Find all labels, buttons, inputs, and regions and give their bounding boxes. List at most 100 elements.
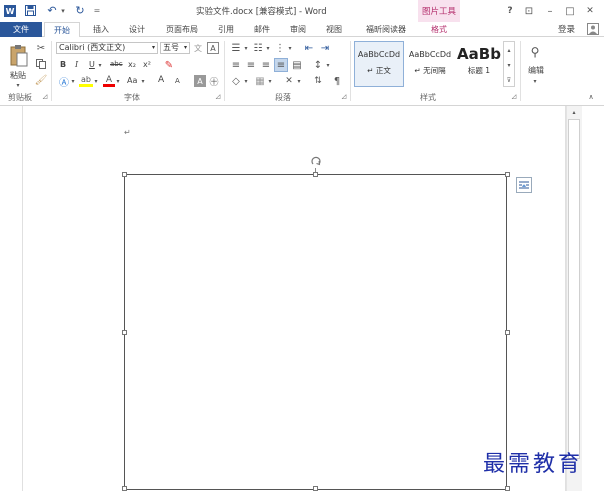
show-marks-icon[interactable]: ¶ [331, 75, 343, 87]
chevron-down-icon[interactable]: ▾ [243, 77, 249, 85]
copy-icon[interactable] [35, 58, 47, 70]
character-shading-icon[interactable]: A [194, 75, 206, 87]
sign-in-link[interactable]: 登录 [558, 23, 575, 35]
resize-handle-bottom[interactable] [313, 486, 318, 491]
line-spacing-icon[interactable]: ↕ [311, 59, 325, 71]
tab-mailings[interactable]: 邮件 [248, 22, 276, 37]
resize-handle-top-left[interactable] [122, 172, 127, 177]
text-effects-icon[interactable]: Ⓐ [58, 75, 70, 89]
styles-launcher-icon[interactable]: ◿ [510, 92, 518, 101]
paragraph-launcher-icon[interactable]: ◿ [340, 92, 348, 101]
underline-dropdown-icon[interactable]: ▾ [97, 61, 103, 69]
word-logo-icon[interactable]: W [4, 5, 16, 17]
grow-font-button[interactable]: A [158, 75, 164, 85]
increase-indent-icon[interactable]: ⇥ [318, 42, 332, 54]
scroll-up-icon[interactable]: ▴ [569, 108, 579, 117]
align-right-icon[interactable]: ≡ [259, 59, 273, 71]
chevron-down-icon[interactable]: ▾ [70, 77, 76, 85]
tab-review[interactable]: 审阅 [284, 22, 312, 37]
align-center-icon[interactable]: ≡ [244, 59, 258, 71]
phonetic-guide-icon[interactable]: 文 [192, 42, 204, 54]
chevron-down-icon[interactable]: ▾ [267, 77, 273, 85]
tab-view[interactable]: 视图 [320, 22, 348, 37]
style-normal[interactable]: AaBbCcDd ↵ 正文 [354, 41, 404, 87]
help-icon[interactable]: ? [504, 4, 516, 18]
more-styles-icon[interactable]: ⊽ [504, 73, 514, 87]
chevron-down-icon[interactable]: ▾ [325, 61, 331, 69]
drawing-canvas[interactable] [124, 174, 507, 490]
tab-layout[interactable]: 页面布局 [160, 22, 204, 37]
character-border-icon[interactable]: A [207, 42, 219, 54]
customize-qat-icon[interactable]: = [93, 4, 101, 17]
font-color-icon[interactable]: A [103, 75, 115, 87]
borders-icon[interactable]: ▦ [253, 75, 267, 87]
tab-file[interactable]: 文件 [0, 22, 42, 37]
chevron-down-icon[interactable]: ▾ [504, 58, 514, 72]
undo-icon[interactable]: ↶ [46, 4, 58, 17]
restore-button[interactable]: □ [564, 4, 576, 18]
chevron-down-icon[interactable]: ▾ [265, 44, 271, 52]
distributed-icon[interactable]: ▤ [290, 59, 304, 71]
resize-handle-left[interactable] [122, 330, 127, 335]
chevron-down-icon[interactable]: ▾ [243, 44, 249, 52]
format-painter-icon[interactable]: 🖌 [35, 74, 48, 86]
paste-dropdown-icon[interactable]: ▾ [13, 81, 23, 89]
resize-handle-bottom-left[interactable] [122, 486, 127, 491]
multilevel-list-icon[interactable]: ⋮ [273, 42, 287, 54]
tab-design[interactable]: 设计 [122, 22, 152, 37]
clear-formatting-icon[interactable]: ✎ [163, 59, 175, 71]
paste-label[interactable]: 粘贴 [10, 70, 26, 81]
layout-options-icon[interactable] [516, 177, 532, 193]
clipboard-launcher-icon[interactable]: ◿ [41, 92, 49, 101]
sort-icon[interactable]: ⇅ [311, 75, 325, 87]
tab-foxit[interactable]: 福昕阅读器 [358, 22, 414, 37]
chevron-up-icon[interactable]: ▴ [504, 43, 514, 57]
bullets-icon[interactable]: ☰ [229, 42, 243, 54]
font-name-box[interactable]: Calibri (西文正文) ▾ [56, 42, 158, 54]
chevron-down-icon[interactable]: ▾ [140, 77, 146, 85]
collapse-ribbon-icon[interactable]: ∧ [586, 92, 596, 101]
chevron-down-icon[interactable]: ▾ [531, 77, 539, 85]
resize-handle-right[interactable] [505, 330, 510, 335]
style-heading-1[interactable]: AaBb 标题 1 [456, 41, 502, 87]
align-left-icon[interactable]: ≡ [229, 59, 243, 71]
editing-label[interactable]: 编辑 [528, 65, 544, 76]
cut-icon[interactable]: ✂ [35, 42, 47, 54]
justify-icon[interactable]: ≡ [274, 58, 288, 72]
bold-button[interactable]: B [60, 60, 66, 69]
decrease-indent-icon[interactable]: ⇤ [302, 42, 316, 54]
close-button[interactable]: ✕ [584, 4, 596, 18]
chevron-down-icon[interactable]: ▾ [93, 77, 99, 85]
resize-handle-top[interactable] [313, 172, 318, 177]
style-no-spacing[interactable]: AaBbCcDd ↵ 无间隔 [405, 41, 455, 87]
change-case-button[interactable]: Aa [127, 76, 137, 85]
numbering-icon[interactable]: ☷ [251, 42, 265, 54]
rotate-handle-icon[interactable] [309, 155, 322, 168]
tab-references[interactable]: 引用 [212, 22, 240, 37]
minimize-button[interactable]: – [544, 4, 556, 18]
subscript-button[interactable]: x₂ [128, 60, 136, 69]
undo-dropdown-icon[interactable]: ▾ [59, 4, 67, 17]
tab-format[interactable]: 格式 [418, 22, 460, 37]
chevron-down-icon[interactable]: ▾ [296, 77, 302, 85]
italic-button[interactable]: I [75, 60, 78, 69]
chinese-layout-icon[interactable]: ✕ [282, 75, 296, 87]
chevron-down-icon[interactable]: ▾ [115, 77, 121, 85]
font-launcher-icon[interactable]: ◿ [214, 92, 222, 101]
chevron-down-icon[interactable]: ▾ [287, 44, 293, 52]
account-avatar-icon[interactable] [586, 22, 600, 36]
underline-button[interactable]: U [89, 60, 95, 69]
paste-icon[interactable] [8, 43, 30, 69]
redo-icon[interactable]: ↻ [74, 4, 86, 17]
scroll-thumb[interactable] [568, 119, 580, 459]
resize-handle-bottom-right[interactable] [505, 486, 510, 491]
shrink-font-button[interactable]: A [175, 77, 180, 85]
font-size-box[interactable]: 五号 ▾ [160, 42, 190, 54]
shading-icon[interactable]: ◇ [229, 75, 243, 87]
superscript-button[interactable]: x² [143, 60, 151, 69]
enclose-characters-icon[interactable]: ㊉ [208, 75, 220, 88]
binoculars-icon[interactable]: ⚲ [527, 44, 543, 60]
tab-home[interactable]: 开始 [44, 22, 80, 38]
tab-insert[interactable]: 插入 [86, 22, 116, 37]
save-icon[interactable] [24, 4, 36, 17]
